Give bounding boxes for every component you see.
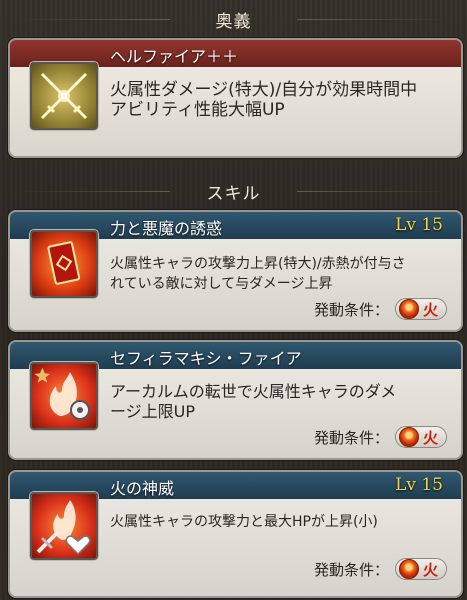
skill-1-condition-label: 発動条件：	[313, 300, 389, 319]
skill-1-condition: 発動条件： 火	[314, 298, 447, 320]
ougi-section-header: 奥義	[0, 4, 467, 34]
skill-1-desc-line-1: 火属性キャラの攻撃力上昇(特大)/赤熱が付与さ	[110, 256, 406, 272]
ougi-desc-line-2: アビリティ性能大幅UP	[110, 100, 285, 120]
skill-3-element-badge: 火	[395, 558, 447, 580]
skill-section-header: スキル	[0, 176, 467, 206]
fire-element-icon	[399, 299, 419, 319]
skill-2-desc-line-1: アーカルムの転世で火属性キャラのダメ	[110, 382, 397, 401]
skill-card-1[interactable]: 力と悪魔の誘惑 Lv 15 火属性キャラの攻撃力上昇(特大)/赤熱が付与さ れて…	[8, 210, 463, 332]
skill-2-condition-label: 発動条件：	[313, 428, 389, 447]
skill-1-element-badge: 火	[395, 298, 447, 320]
ougi-name: ヘルファイア＋＋	[110, 47, 239, 66]
skill-1-level: Lv 15	[395, 215, 443, 235]
skill-3-element: 火	[423, 560, 439, 579]
skill-1-desc-line-2: れている敵に対して与ダメージ上昇	[110, 276, 333, 292]
skill-card-2[interactable]: セフィラマキシ・ファイア アーカルムの転世で火属性キャラのダメ ージ上限UP 発…	[8, 340, 463, 460]
skill-1-element: 火	[423, 300, 439, 319]
skill-2-desc-line-2: ージ上限UP	[110, 402, 196, 421]
skill-2-description: アーカルムの転世で火属性キャラのダメ ージ上限UP	[110, 382, 396, 422]
skill-card-3[interactable]: 火の神威 Lv 15 火属性キャラの攻撃力と最大HPが上昇(小) 発動条件： 火	[8, 470, 463, 598]
fire-sword-heart-icon	[30, 492, 98, 560]
skill-3-condition: 発動条件： 火	[314, 558, 447, 580]
skill-2-condition: 発動条件： 火	[314, 426, 447, 448]
skill-3-name: 火の神威	[110, 479, 175, 498]
skill-1-name: 力と悪魔の誘惑	[110, 219, 223, 238]
skill-3-condition-label: 発動条件：	[313, 560, 389, 579]
devil-card-icon	[30, 230, 98, 298]
ougi-desc-line-1: 火属性ダメージ(特大)/自分が効果時間中	[110, 80, 418, 100]
fire-element-icon	[399, 427, 419, 447]
crossed-swords-icon	[30, 62, 98, 130]
ougi-card[interactable]: ヘルファイア＋＋ 火属性ダメージ(特大)/自分が効果時間中 アビリティ性能大幅U…	[8, 38, 463, 158]
skill-2-element: 火	[423, 428, 439, 447]
skill-3-description: 火属性キャラの攻撃力と最大HPが上昇(小)	[110, 512, 378, 532]
fire-gear-icon	[30, 362, 98, 430]
skill-3-level: Lv 15	[395, 475, 443, 495]
skill-3-desc-line-1: 火属性キャラの攻撃力と最大HPが上昇(小)	[110, 514, 378, 530]
skill-1-description: 火属性キャラの攻撃力上昇(特大)/赤熱が付与さ れている敵に対して与ダメージ上昇	[110, 254, 406, 294]
skill-2-element-badge: 火	[395, 426, 447, 448]
skill-2-name: セフィラマキシ・ファイア	[110, 349, 302, 368]
fire-element-icon	[399, 559, 419, 579]
ougi-description: 火属性ダメージ(特大)/自分が効果時間中 アビリティ性能大幅UP	[110, 80, 417, 120]
